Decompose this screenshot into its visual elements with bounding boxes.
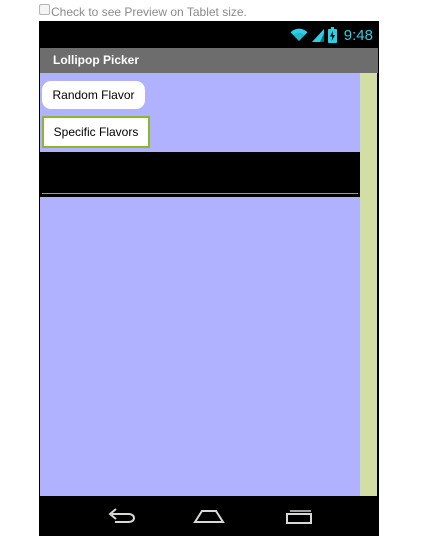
flavor-display-underline — [42, 193, 358, 194]
phone-frame: 9:48 Lollipop Picker Random Flavor Speci… — [39, 21, 379, 536]
status-icons: 9:48 — [290, 25, 373, 45]
back-icon — [108, 508, 135, 523]
status-time: 9:48 — [343, 26, 373, 44]
home-button[interactable] — [192, 504, 226, 528]
status-bar: 9:48 — [39, 21, 379, 48]
tablet-preview-checkbox-row[interactable]: Check to see Preview on Tablet size. — [39, 3, 247, 21]
app-title: Lollipop Picker — [53, 53, 140, 67]
wifi-icon — [290, 28, 308, 41]
recent-apps-button[interactable] — [282, 504, 316, 528]
preview-page: { "preview_option": { "label": "Check to… — [0, 0, 423, 544]
battery-charging-icon — [327, 27, 337, 43]
cell-signal-icon — [311, 29, 324, 42]
tablet-preview-checkbox[interactable] — [39, 3, 50, 15]
back-button[interactable] — [105, 504, 139, 528]
random-flavor-button[interactable]: Random Flavor — [42, 81, 145, 109]
recent-apps-icon — [286, 510, 312, 524]
app-screen: Random Flavor Specific Flavors — [40, 73, 360, 496]
navigation-bar — [39, 496, 379, 536]
specific-flavors-button[interactable]: Specific Flavors — [42, 116, 150, 148]
home-icon — [193, 510, 225, 523]
side-strip — [360, 73, 377, 496]
flavor-display-box — [40, 152, 360, 197]
tablet-preview-label: Check to see Preview on Tablet size. — [51, 5, 247, 19]
app-title-bar: Lollipop Picker — [40, 48, 378, 73]
